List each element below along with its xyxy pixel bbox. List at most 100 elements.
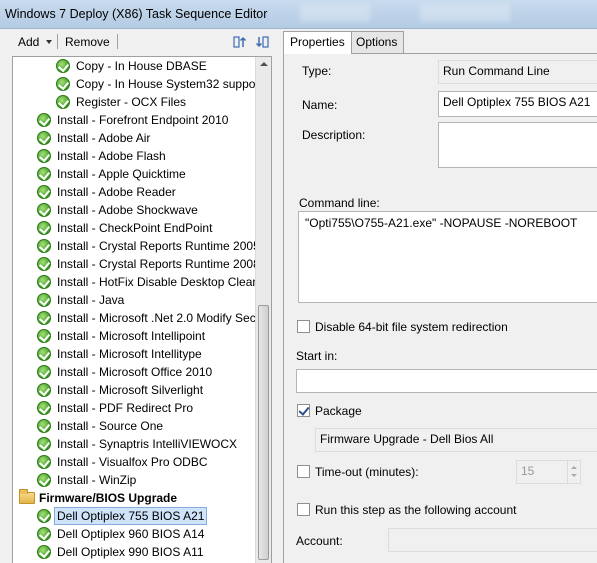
success-check-icon bbox=[56, 59, 70, 73]
package-checkbox[interactable] bbox=[297, 404, 310, 417]
spin-down-icon[interactable] bbox=[571, 474, 577, 477]
tree-item-label: Install - Crystal Reports Runtime 2008 bbox=[57, 257, 257, 271]
toolbar-separator bbox=[57, 34, 58, 49]
task-sequence-tree[interactable]: Copy - In House DBASE Copy - In House Sys… bbox=[12, 56, 272, 563]
account-field[interactable] bbox=[388, 528, 597, 552]
success-check-icon bbox=[37, 275, 51, 289]
tree-item-label: Install - Adobe Reader bbox=[57, 185, 176, 199]
tree-item-label: Register - OCX Files bbox=[76, 95, 187, 109]
tree-item-label: Install - PDF Redirect Pro bbox=[57, 401, 194, 415]
name-label: Name: bbox=[302, 98, 338, 112]
tree-item-label: Install - Java bbox=[57, 293, 125, 307]
success-check-icon bbox=[37, 401, 51, 415]
success-check-icon bbox=[37, 383, 51, 397]
tree-item-label: Install - Adobe Shockwave bbox=[57, 203, 198, 217]
success-check-icon bbox=[37, 419, 51, 433]
tree-item-label: Copy - In House System32 support bbox=[76, 77, 257, 91]
scroll-up-arrow-icon[interactable] bbox=[260, 62, 268, 66]
success-check-icon bbox=[37, 527, 51, 541]
tab-properties[interactable]: Properties bbox=[283, 31, 352, 54]
success-check-icon bbox=[37, 239, 51, 253]
toolbar-separator bbox=[117, 34, 118, 49]
disable64-label: Disable 64-bit file system redirection bbox=[315, 320, 508, 334]
tree-item-label: Dell Optiplex 755 BIOS A21 bbox=[54, 507, 208, 525]
tree-item-label: Install - Microsoft Silverlight bbox=[57, 383, 204, 397]
start-in-label: Start in: bbox=[296, 349, 338, 363]
package-label: Package bbox=[315, 404, 362, 418]
description-label: Description: bbox=[302, 128, 366, 142]
run-as-label: Run this step as the following account bbox=[315, 503, 517, 517]
success-check-icon bbox=[37, 455, 51, 469]
command-line-label: Command line: bbox=[299, 196, 380, 210]
tree-toolbar: Add Remove bbox=[0, 29, 277, 56]
success-check-icon bbox=[37, 509, 51, 523]
account-label: Account: bbox=[296, 534, 343, 548]
success-check-icon bbox=[37, 257, 51, 271]
blurred-area bbox=[420, 4, 510, 22]
folder-icon bbox=[19, 489, 35, 504]
tab-options[interactable]: Options bbox=[349, 31, 405, 53]
success-check-icon bbox=[37, 131, 51, 145]
success-check-icon bbox=[37, 329, 51, 343]
properties-panel: Type: Run Command Line Name: Dell Optipl… bbox=[283, 53, 597, 563]
tree-item-label: Install - Adobe Flash bbox=[57, 149, 166, 163]
tree-item-label: Install - CheckPoint EndPoint bbox=[57, 221, 213, 235]
package-value: Firmware Upgrade - Dell Bios All bbox=[315, 428, 597, 452]
tree-item-label: Firmware/BIOS Upgrade bbox=[39, 491, 178, 505]
name-field[interactable]: Dell Optiplex 755 BIOS A21 bbox=[438, 91, 597, 117]
window-title: Windows 7 Deploy (X86) Task Sequence Edi… bbox=[5, 7, 268, 21]
remove-button[interactable]: Remove bbox=[65, 35, 110, 49]
add-button[interactable]: Add bbox=[18, 35, 39, 49]
success-check-icon bbox=[56, 77, 70, 91]
description-field[interactable] bbox=[438, 122, 597, 168]
command-line-field[interactable]: "Opti755\O755-A21.exe" -NOPAUSE -NOREBOO… bbox=[298, 211, 597, 303]
tree-item-label: Install - Microsoft .Net 2.0 Modify Secu… bbox=[57, 311, 257, 325]
tree-items: Copy - In House DBASE Copy - In House Sys… bbox=[13, 57, 257, 563]
tree-item-label: Install - Forefront Endpoint 2010 bbox=[57, 113, 229, 127]
success-check-icon bbox=[56, 95, 70, 109]
tree-item-label: Install - Synaptris IntelliVIEWOCX bbox=[57, 437, 238, 451]
success-check-icon bbox=[37, 167, 51, 181]
type-label: Type: bbox=[302, 64, 332, 78]
tree-item-label: Install - Crystal Reports Runtime 2005 bbox=[57, 239, 257, 253]
success-check-icon bbox=[37, 221, 51, 235]
scrollbar-thumb[interactable] bbox=[258, 305, 269, 560]
tree-item-label: Install - Microsoft Intellitype bbox=[57, 347, 202, 361]
tree-item-label: Install - WinZip bbox=[57, 473, 137, 487]
tree-item-label: Install - Microsoft Intellipoint bbox=[57, 329, 206, 343]
success-check-icon bbox=[37, 113, 51, 127]
move-up-icon[interactable] bbox=[232, 34, 248, 50]
blurred-area bbox=[300, 4, 370, 22]
success-check-icon bbox=[37, 347, 51, 361]
success-check-icon bbox=[37, 203, 51, 217]
tree-item-label: Install - HotFix Disable Desktop Cleanup bbox=[57, 275, 257, 289]
success-check-icon bbox=[37, 293, 51, 307]
success-check-icon bbox=[37, 365, 51, 379]
tree-scrollbar[interactable] bbox=[255, 57, 271, 563]
tree-item-label: Install - Source One bbox=[57, 419, 164, 433]
timeout-label: Time-out (minutes): bbox=[315, 465, 419, 479]
success-check-icon bbox=[37, 311, 51, 325]
timeout-spinner[interactable] bbox=[567, 461, 580, 483]
tree-item-label: Dell Optiplex 960 BIOS A14 bbox=[57, 527, 205, 541]
success-check-icon bbox=[37, 437, 51, 451]
tree-item-label: Copy - In House DBASE bbox=[76, 59, 207, 73]
success-check-icon bbox=[37, 185, 51, 199]
success-check-icon bbox=[37, 473, 51, 487]
timeout-checkbox[interactable] bbox=[297, 465, 310, 478]
add-dropdown-icon[interactable] bbox=[46, 40, 52, 44]
move-down-icon[interactable] bbox=[254, 34, 270, 50]
tree-item-label: Install - Visualfox Pro ODBC bbox=[57, 455, 208, 469]
start-in-field[interactable] bbox=[296, 369, 597, 393]
title-bar: Windows 7 Deploy (X86) Task Sequence Edi… bbox=[0, 0, 597, 29]
run-as-checkbox[interactable] bbox=[297, 503, 310, 516]
tree-item-label: Install - Adobe Air bbox=[57, 131, 151, 145]
type-value: Run Command Line bbox=[438, 60, 597, 84]
spin-up-icon[interactable] bbox=[571, 466, 577, 469]
success-check-icon bbox=[37, 545, 51, 559]
success-check-icon bbox=[37, 149, 51, 163]
tree-item-label: Dell Optiplex 990 BIOS A11 bbox=[57, 545, 204, 559]
tree-item-label: Install - Apple Quicktime bbox=[57, 167, 186, 181]
disable64-checkbox[interactable] bbox=[297, 320, 310, 333]
tree-item-label: Install - Microsoft Office 2010 bbox=[57, 365, 213, 379]
